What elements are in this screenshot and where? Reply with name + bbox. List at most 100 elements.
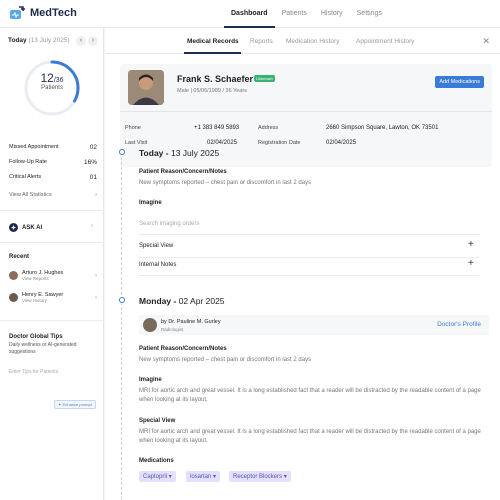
gauge-label: Patients (41, 85, 63, 91)
registration-value: 02/04/2025 (326, 140, 357, 146)
tab-medical-records[interactable]: Medical Records (187, 38, 239, 45)
divider (0, 242, 104, 243)
nav-settings[interactable]: Settings (350, 0, 389, 28)
medication-chip[interactable]: losartan ▾ (186, 471, 221, 482)
reason-title: Patient Reason/Concern/Notes (139, 169, 227, 175)
status-badge: Unknown (254, 75, 275, 82)
imaging-search-input[interactable]: Search imaging orders (139, 220, 484, 229)
record-date-today: Today - 13 July 2025 (139, 148, 219, 158)
top-bar: MedTech Dashboard Patients History Setti… (0, 0, 500, 28)
doctor-name: by Dr. Pauline M. Gurley (161, 319, 221, 325)
nav-dashboard[interactable]: Dashboard (224, 0, 275, 28)
stat-value: 16% (83, 159, 97, 166)
medication-chip[interactable]: Captopril ▾ (139, 471, 176, 482)
avatar (9, 271, 18, 280)
active-tab-indicator (184, 52, 241, 54)
enhance-prompt-button[interactable]: ✦ Enhance prompt (54, 400, 96, 409)
view-all-label: View All Statistics (9, 192, 52, 198)
logo-icon (10, 6, 26, 20)
special-view-title: Special View (139, 418, 176, 424)
view-all-statistics-link[interactable]: View All Statistics › (9, 192, 97, 198)
last-visit-label: Last Visit (125, 140, 148, 146)
recent-item[interactable]: Henry E. Sawyer View History › (9, 292, 97, 303)
record-day: Today - (139, 148, 169, 158)
medication-chip[interactable]: Receptor Blockers ▾ (229, 471, 291, 482)
divider (139, 275, 479, 276)
stat-label: Critical Alerts (9, 174, 42, 180)
divider (139, 234, 479, 235)
divider (139, 257, 479, 258)
chevron-right-icon: › (95, 192, 97, 198)
chevron-right-icon: › (95, 294, 97, 301)
phone-value: +1 383 849 5893 (194, 125, 240, 131)
imagine-text: MRI for aortic arch and great vessel. It… (139, 388, 481, 403)
tips-title: Doctor Global Tips (9, 334, 63, 340)
record-date: 13 July 2025 (170, 148, 220, 158)
record-date-monday: Monday - 02 Apr 2025 (139, 296, 225, 306)
close-icon[interactable]: ✕ (482, 36, 490, 47)
stat-value: 01 (89, 174, 97, 181)
registration-label: Registration Date (258, 140, 301, 146)
recent-item[interactable]: Arturo J. Hughes View Reports › (9, 270, 97, 281)
ask-ai-label: ASK AI (22, 224, 43, 231)
address-value: 2660 Simpson Square, Lawton, OK 73501 (326, 125, 439, 131)
logo[interactable]: MedTech (10, 6, 77, 20)
caret-down-icon: ▾ (213, 474, 217, 480)
stat-value: 02 (89, 144, 97, 151)
medication-name: losartan (190, 474, 212, 480)
stat-label: Missed Appointment (9, 144, 59, 150)
patient-name: Frank S. Schaefer (177, 74, 254, 84)
imagine-title: Imagine (139, 377, 162, 383)
recent-sub: View Reports (22, 276, 49, 281)
imagine-title: Imagine (139, 200, 162, 206)
prev-day-button[interactable]: ‹ (76, 36, 86, 46)
today-header: Today (13 July 2025) (8, 37, 70, 44)
divider (0, 320, 104, 321)
tab-medication-history[interactable]: Medication History (286, 38, 339, 45)
add-medications-button[interactable]: Add Medications (435, 76, 484, 88)
tips-input[interactable]: Enter Tips for Patients (9, 369, 97, 375)
tips-description: Daily wellness or AI-generated suggestio… (9, 342, 77, 355)
nav-history[interactable]: History (314, 0, 350, 28)
main-nav: Dashboard Patients History Settings (224, 0, 389, 28)
sidebar: Today (13 July 2025) ‹ › 12/36 Patients … (0, 28, 104, 500)
gauge-readout: 12/36 Patients (22, 71, 82, 91)
record-date: 02 Apr 2025 (178, 296, 225, 306)
ai-icon (9, 223, 18, 232)
phone-label: Phone (125, 125, 141, 131)
tab-appointment-history[interactable]: Appointment History (356, 38, 415, 45)
divider (0, 210, 104, 211)
reason-title: Patient Reason/Concern/Notes (139, 346, 227, 352)
add-internal-notes-button[interactable]: + (468, 258, 474, 269)
gauge-total: /36 (53, 77, 64, 84)
last-visit-value: 02/04/2025 (207, 140, 238, 146)
record-day: Monday - (139, 296, 177, 306)
chevron-right-icon: › (91, 223, 93, 229)
tab-reports[interactable]: Reports (250, 38, 273, 45)
doctor-profile-link[interactable]: Doctor's Profile (437, 321, 481, 328)
caret-down-icon: ▾ (168, 474, 172, 480)
enhance-label: Enhance prompt (62, 402, 92, 407)
next-day-button[interactable]: › (88, 36, 98, 46)
medication-name: Receptor Blockers (233, 474, 283, 480)
stat-missed: Missed Appointment 02 (9, 144, 97, 151)
ask-ai-button[interactable]: ASK AI (9, 223, 42, 232)
doctor-bar: by Dr. Pauline M. Gurley Radiologist Doc… (139, 315, 489, 335)
reason-text: New symptoms reported – chest pain or di… (139, 180, 312, 186)
timeline-dot (119, 297, 125, 303)
add-special-view-button[interactable]: + (468, 239, 474, 250)
recent-title: Recent (9, 254, 30, 260)
chevron-right-icon: › (95, 272, 97, 279)
nav-patients[interactable]: Patients (275, 0, 314, 28)
medications-title: Medications (139, 458, 174, 464)
timeline-dot (119, 149, 125, 155)
divider (120, 111, 492, 112)
avatar (9, 293, 18, 302)
medication-name: Captopril (143, 474, 168, 480)
special-view-text: MRI for aortic arch and great vessel. It… (139, 429, 481, 444)
special-view-label: Special View (139, 243, 174, 249)
stat-followup: Follow-Up Rate 16% (9, 159, 97, 166)
internal-notes-label: Internal Notes (139, 262, 177, 268)
stat-critical: Critical Alerts 01 (9, 174, 97, 181)
record-tabs: Medical Records Reports Medication Histo… (105, 28, 500, 54)
